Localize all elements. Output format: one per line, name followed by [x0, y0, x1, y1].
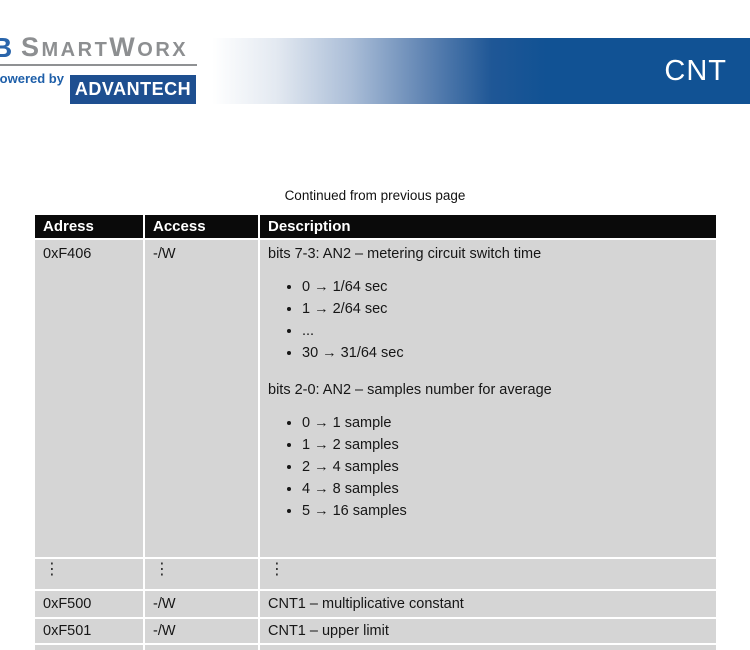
cell-address: 0xF501 — [35, 619, 143, 643]
continued-note: Continued from previous page — [0, 188, 750, 203]
description-line: bits 2-0: AN2 – samples number for avera… — [268, 382, 708, 399]
advantech-logo: ADVANTECH — [70, 75, 196, 104]
page-title: CNT — [664, 55, 727, 88]
ellipsis-cell: ⋮ — [145, 559, 258, 589]
description-line: bits 7-3: AN2 – metering circuit switch … — [268, 246, 708, 263]
samples-number-list: 0 → 1 sample 1 → 2 samples 2 → 4 samples… — [268, 412, 708, 522]
page-header-bar: CNT — [212, 38, 750, 104]
cell-description: CNT1 – multiplicative constant — [260, 591, 716, 617]
cell-access: -/W — [145, 619, 258, 643]
cell-access: -/W — [145, 591, 258, 617]
smartworx-logo-part: ORX — [137, 39, 188, 61]
list-item: 30 → 31/64 sec — [302, 342, 708, 364]
list-item: 4 → 8 samples — [302, 478, 708, 500]
col-header-description: Description — [260, 215, 716, 238]
cell-description: bits 7-3: AN2 – metering circuit switch … — [260, 240, 716, 557]
col-header-access: Access — [145, 215, 258, 238]
col-header-address: Adress — [35, 215, 143, 238]
smartworx-logo: SMARTWORX — [21, 32, 188, 63]
list-item: 0 → 1 sample — [302, 412, 708, 434]
list-item: 5 → 16 samples — [302, 500, 708, 522]
cell-address: 0xF502 — [35, 645, 143, 650]
cell-description: CNT1 – value of limits overrun [sec] — [260, 645, 716, 650]
cell-access: -/W — [145, 645, 258, 650]
list-item: 1 → 2 samples — [302, 434, 708, 456]
smartworx-logo-part: W — [109, 32, 137, 62]
manual-page: B SMARTWORX Powered by ADVANTECH CNT Con… — [0, 0, 750, 650]
list-item: ... — [302, 320, 708, 342]
smartworx-logo-part: MART — [42, 39, 110, 61]
cell-address: 0xF406 — [35, 240, 143, 557]
ellipsis-cell: ⋮ — [260, 559, 716, 589]
advantech-logo-text: ADVANTECH — [75, 79, 191, 100]
smartworx-logo-part: S — [21, 32, 42, 62]
cell-access: -/W — [145, 240, 258, 557]
bb-logo-letter: B — [0, 32, 13, 64]
cell-address: 0xF500 — [35, 591, 143, 617]
ellipsis-cell: ⋮ — [35, 559, 143, 589]
powered-by-label: Powered by — [0, 71, 64, 86]
cell-description: CNT1 – upper limit — [260, 619, 716, 643]
logo-divider-line — [0, 64, 197, 66]
register-table: Adress Access Description 0xF406 -/W bit… — [35, 215, 716, 650]
switch-time-list: 0 → 1/64 sec 1 → 2/64 sec ... 30 → 31/64… — [268, 276, 708, 364]
list-item: 2 → 4 samples — [302, 456, 708, 478]
list-item: 1 → 2/64 sec — [302, 298, 708, 320]
list-item: 0 → 1/64 sec — [302, 276, 708, 298]
